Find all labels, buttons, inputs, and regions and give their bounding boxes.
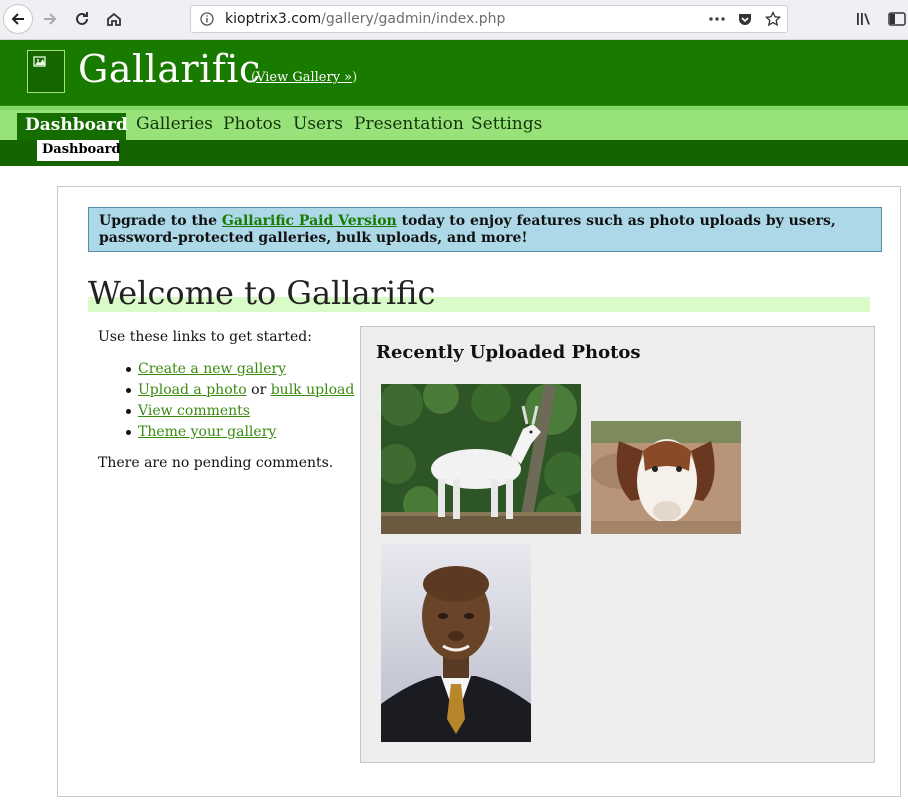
nav-tab-settings[interactable]: Settings bbox=[471, 114, 542, 134]
view-comments-link[interactable]: View comments bbox=[138, 403, 250, 419]
main-nav: Dashboard Galleries Photos Users Present… bbox=[0, 110, 908, 140]
gallery-logo-icon bbox=[33, 56, 46, 67]
list-item: Theme your gallery bbox=[98, 423, 354, 444]
back-button[interactable] bbox=[3, 4, 33, 34]
arrow-left-icon bbox=[11, 13, 24, 25]
paren-close: ) bbox=[352, 70, 358, 85]
getting-started-list: Create a new gallery Upload a photo or b… bbox=[98, 360, 354, 444]
arrow-right-icon bbox=[44, 13, 57, 25]
sub-nav-dashboard-label: Dashboard bbox=[42, 142, 121, 157]
paid-version-link[interactable]: Gallarific Paid Version bbox=[222, 213, 397, 229]
info-icon[interactable] bbox=[200, 6, 214, 32]
theme-gallery-link[interactable]: Theme your gallery bbox=[138, 424, 276, 440]
pending-comments-text: There are no pending comments. bbox=[98, 455, 334, 471]
browser-toolbar: kioptrix3.com/gallery/gadmin/index.php bbox=[0, 0, 908, 40]
list-item: Upload a photo or bulk upload bbox=[98, 381, 354, 402]
more-actions-icon[interactable] bbox=[709, 6, 725, 32]
upgrade-notice: Upgrade to the Gallarific Paid Version t… bbox=[88, 207, 882, 252]
reload-icon bbox=[76, 12, 88, 25]
reload-button[interactable] bbox=[67, 4, 97, 34]
photo-thumbnail-white-goat[interactable] bbox=[381, 384, 581, 534]
home-icon bbox=[107, 12, 121, 26]
address-bar[interactable]: kioptrix3.com/gallery/gadmin/index.php bbox=[190, 5, 788, 33]
upload-photo-link[interactable]: Upload a photo bbox=[138, 382, 247, 398]
photo-thumbnail-portrait[interactable] bbox=[381, 544, 531, 742]
create-gallery-link[interactable]: Create a new gallery bbox=[138, 361, 286, 377]
bullet-icon bbox=[126, 430, 131, 435]
sub-nav: Dashboard bbox=[0, 140, 908, 166]
view-gallery-wrap: (View Gallery ») bbox=[251, 70, 357, 85]
view-gallery-link[interactable]: View Gallery » bbox=[256, 70, 352, 85]
or-text: or bbox=[246, 382, 271, 398]
upgrade-prefix: Upgrade to the bbox=[99, 213, 222, 229]
recent-photos-panel: Recently Uploaded Photos bbox=[360, 326, 875, 763]
forward-button[interactable] bbox=[35, 4, 65, 34]
bulk-upload-link[interactable]: bulk upload bbox=[271, 382, 355, 398]
nav-tab-users[interactable]: Users bbox=[293, 114, 343, 134]
home-button[interactable] bbox=[99, 4, 129, 34]
nav-tab-dashboard[interactable]: Dashboard bbox=[17, 113, 128, 140]
photo-thumbnail-brown-goat[interactable] bbox=[591, 421, 741, 534]
bullet-icon bbox=[126, 409, 131, 414]
nav-tab-presentation[interactable]: Presentation bbox=[354, 114, 464, 134]
nav-tab-galleries[interactable]: Galleries bbox=[136, 114, 213, 134]
intro-text: Use these links to get started: bbox=[98, 329, 312, 345]
nav-tab-photos[interactable]: Photos bbox=[223, 114, 281, 134]
pocket-icon[interactable] bbox=[737, 6, 753, 32]
list-item: Create a new gallery bbox=[98, 360, 354, 381]
bullet-icon bbox=[126, 367, 131, 372]
bookmark-star-icon[interactable] bbox=[765, 6, 781, 32]
page-title: Welcome to Gallarific bbox=[88, 274, 436, 312]
library-icon[interactable] bbox=[855, 5, 875, 33]
bullet-icon bbox=[126, 388, 131, 393]
url-text: kioptrix3.com/gallery/gadmin/index.php bbox=[225, 11, 506, 27]
list-item: View comments bbox=[98, 402, 354, 423]
site-title: Gallarific bbox=[78, 47, 261, 91]
site-logo bbox=[27, 50, 65, 93]
recent-photos-title: Recently Uploaded Photos bbox=[376, 342, 641, 363]
sidebar-icon[interactable] bbox=[886, 5, 908, 33]
nav-tab-dashboard-label: Dashboard bbox=[25, 115, 128, 135]
site-header: Gallarific (View Gallery ») bbox=[0, 40, 908, 106]
sub-nav-dashboard[interactable]: Dashboard bbox=[37, 140, 121, 161]
